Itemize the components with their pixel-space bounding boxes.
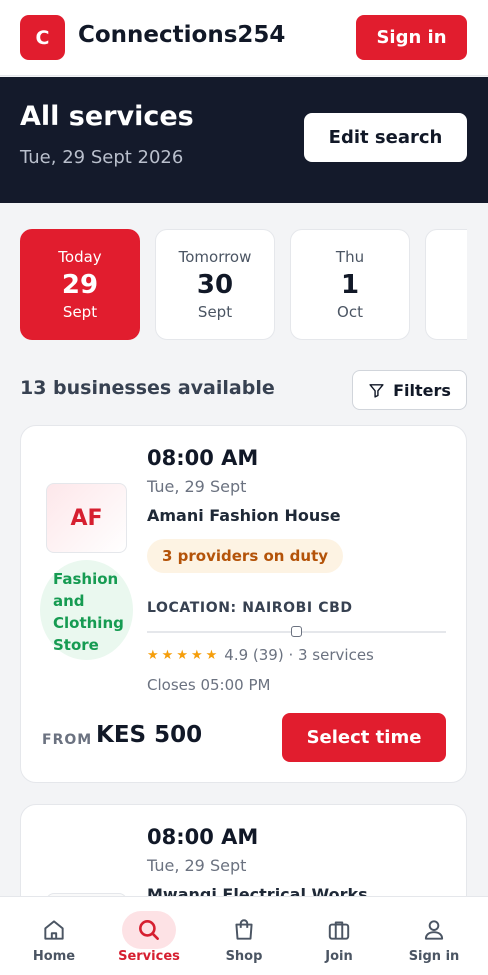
slot-time: 08:00 AM xyxy=(147,825,259,849)
slider-handle[interactable] xyxy=(291,626,302,637)
star-icon: ★ xyxy=(161,647,174,663)
date-card-partial[interactable] xyxy=(425,229,467,340)
nav-icon-wrap xyxy=(217,911,271,949)
select-time-button[interactable]: Select time xyxy=(282,713,446,762)
nav-home[interactable]: Home xyxy=(14,897,94,975)
filter-icon xyxy=(369,383,384,398)
category-badge: Fashion and Clothing Store xyxy=(40,560,133,660)
brand-logo[interactable]: C xyxy=(20,15,65,60)
price: KES 500 xyxy=(96,722,203,748)
slot-time: 08:00 AM xyxy=(147,446,259,470)
business-name[interactable]: Amani Fashion House xyxy=(147,506,341,525)
nav-icon-wrap xyxy=(27,911,81,949)
star-icon: ★ xyxy=(176,647,188,663)
business-card[interactable]: AF Fashion and Clothing Store 08:00 AM T… xyxy=(20,425,467,783)
star-icon: ★ xyxy=(190,647,203,663)
rating-row: ★ ★ ★ ★ ★ 4.9 (39) · 3 services xyxy=(147,646,374,664)
rating-text: 4.9 (39) · 3 services xyxy=(224,646,374,664)
price-from-label: FROM xyxy=(42,732,93,748)
bottom-navigation: Home Services Shop Join Sign in xyxy=(0,896,488,975)
date-card-tomorrow[interactable]: Tomorrow 30 Sept xyxy=(155,229,275,340)
filters-label: Filters xyxy=(393,380,451,400)
providers-badge: 3 providers on duty xyxy=(147,539,344,573)
shopping-bag-icon xyxy=(235,919,253,940)
business-location: LOCATION: NAIROBI CBD xyxy=(147,600,353,616)
nav-services[interactable]: Services xyxy=(109,897,189,975)
user-icon xyxy=(424,920,444,940)
nav-label: Services xyxy=(118,949,180,964)
date-label: Today xyxy=(58,248,102,266)
edit-search-button[interactable]: Edit search xyxy=(304,113,467,162)
business-avatar: AF xyxy=(46,483,127,553)
nav-sign-in[interactable]: Sign in xyxy=(394,897,474,975)
brand-name[interactable]: Connections254 xyxy=(78,22,285,48)
nav-label: Home xyxy=(32,949,76,964)
category-label: Fashion and Clothing Store xyxy=(53,570,124,654)
location-divider xyxy=(147,626,446,637)
nav-label: Join xyxy=(325,949,353,964)
nav-icon-wrap xyxy=(407,911,461,949)
star-icon: ★ xyxy=(147,647,159,663)
date-month: Sept xyxy=(197,303,233,321)
top-app-bar: C Connections254 Sign in xyxy=(0,0,488,76)
search-icon xyxy=(139,920,159,940)
date-card-today[interactable]: Today 29 Sept xyxy=(20,229,140,340)
results-count: 13 businesses available xyxy=(20,377,275,399)
date-label: Tomorrow xyxy=(178,248,252,266)
date-day: 1 xyxy=(340,270,360,300)
nav-join[interactable]: Join xyxy=(299,897,379,975)
search-summary-banner: All services Tue, 29 Sept 2026 Edit sear… xyxy=(0,77,488,203)
nav-label: Shop xyxy=(225,949,263,964)
date-selector: Today 29 Sept Tomorrow 30 Sept Thu 1 Oct xyxy=(0,229,467,341)
sign-in-button[interactable]: Sign in xyxy=(356,15,467,60)
filters-button[interactable]: Filters xyxy=(352,370,467,410)
closing-time: Closes 05:00 PM xyxy=(147,676,271,694)
home-icon xyxy=(44,920,64,940)
star-icon: ★ xyxy=(205,647,218,663)
date-label: Thu xyxy=(335,248,365,266)
search-date: Tue, 29 Sept 2026 xyxy=(20,147,184,168)
nav-icon-wrap xyxy=(122,911,176,949)
date-day: 29 xyxy=(61,270,99,300)
nav-label: Sign in xyxy=(408,949,460,964)
date-month: Oct xyxy=(337,303,363,321)
slot-date: Tue, 29 Sept xyxy=(147,477,247,496)
nav-shop[interactable]: Shop xyxy=(204,897,284,975)
date-day: 30 xyxy=(196,270,234,300)
page-title: All services xyxy=(20,101,194,132)
nav-icon-wrap xyxy=(312,911,366,949)
slot-date: Tue, 29 Sept xyxy=(147,856,247,875)
date-month: Sept xyxy=(62,303,98,321)
date-card-thu[interactable]: Thu 1 Oct xyxy=(290,229,410,340)
briefcase-icon xyxy=(328,921,350,940)
